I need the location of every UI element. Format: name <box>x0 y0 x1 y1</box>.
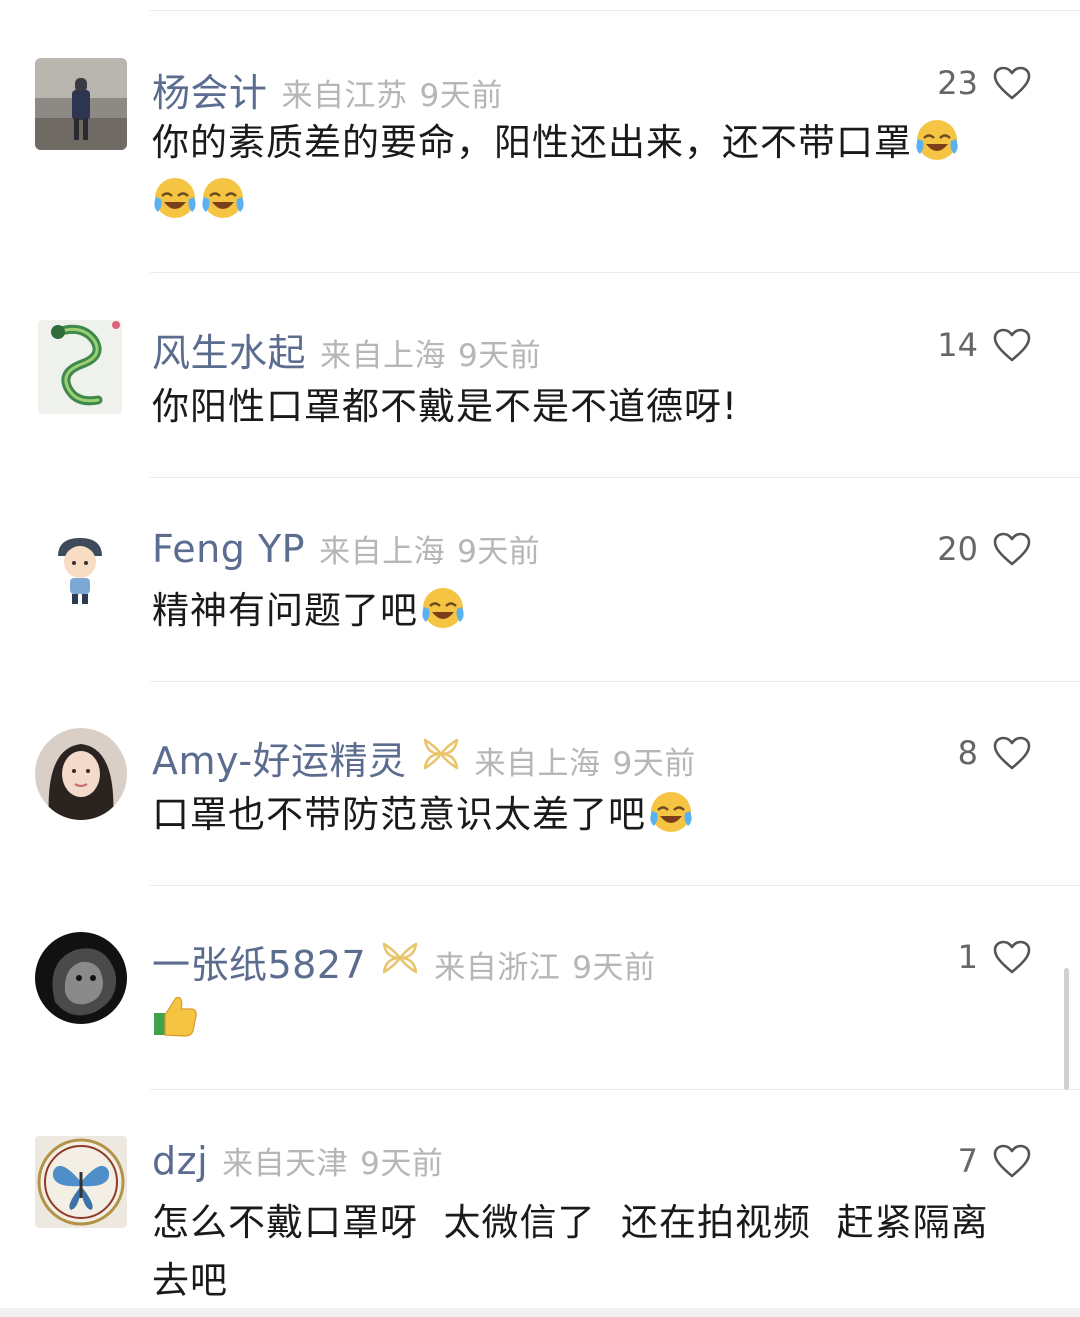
comment-text: 你的素质差的要命，阳性还出来，还不带口罩 <box>152 114 1042 230</box>
time-label: 9天前 <box>458 338 542 374</box>
comment-text-content: 你的素质差的要命，阳性还出来，还不带口罩 <box>152 121 912 164</box>
heart-outline-icon[interactable] <box>992 939 1032 975</box>
username[interactable]: Amy-好运精灵 <box>152 730 407 785</box>
avatar[interactable] <box>44 530 116 614</box>
location-label: 来自江苏 <box>281 78 408 114</box>
like-count: 7 <box>957 1142 978 1180</box>
laughing-crying-emoji <box>202 178 244 218</box>
top-divider <box>150 10 1080 11</box>
bottom-bar <box>0 1308 1080 1317</box>
heart-outline-icon[interactable] <box>992 65 1032 101</box>
thumbs-up-emoji <box>154 996 197 1037</box>
like-area[interactable]: 20 <box>937 530 1032 568</box>
time-label: 9天前 <box>612 746 696 782</box>
like-count: 1 <box>957 938 978 976</box>
avatar[interactable] <box>35 1136 127 1228</box>
like-area[interactable]: 8 <box>958 734 1032 772</box>
avatar[interactable] <box>35 728 127 820</box>
comment-text: 怎么不戴口罩呀 太微信了 还在拍视频 赶紧隔离去吧 <box>152 1201 989 1302</box>
like-area[interactable]: 1 <box>958 938 1032 976</box>
comment-header: 一张纸5827 来自浙江 9天前 <box>152 934 655 987</box>
like-count: 20 <box>937 530 978 568</box>
comment-divider <box>150 477 1080 478</box>
comment-divider <box>150 272 1080 273</box>
vip-bow-icon <box>382 942 418 974</box>
comment-text <box>152 990 1042 1048</box>
comment-divider <box>150 885 1080 886</box>
username[interactable]: Feng YP <box>152 527 305 571</box>
avatar[interactable] <box>35 58 127 150</box>
comment-divider <box>150 1089 1080 1090</box>
comment-text-content: 口罩也不带防范意识太差了吧 <box>152 793 646 836</box>
scrollbar[interactable] <box>1064 968 1069 1090</box>
time-label: 9天前 <box>457 534 541 570</box>
comment-text-content: 精神有问题了吧 <box>152 589 418 632</box>
comment-header: Amy-好运精灵 来自上海 9天前 <box>152 730 696 783</box>
avatar-cartoon-icon <box>44 530 116 614</box>
avatar-photo-icon <box>35 58 127 150</box>
like-area[interactable]: 7 <box>958 1142 1032 1180</box>
location-label: 来自上海 <box>319 534 446 570</box>
heart-outline-icon[interactable] <box>992 1143 1032 1179</box>
location-label: 来自天津 <box>222 1146 349 1182</box>
comment-header: dzj 来自天津 9天前 <box>152 1138 443 1186</box>
heart-outline-icon[interactable] <box>992 327 1032 363</box>
like-count: 14 <box>937 326 978 364</box>
avatar-photo-icon <box>35 728 127 820</box>
comment-divider <box>150 681 1080 682</box>
like-count: 23 <box>937 64 978 102</box>
like-area[interactable]: 14 <box>937 326 1032 364</box>
username[interactable]: 一张纸5827 <box>152 934 366 989</box>
avatar-dragon-icon <box>38 320 122 414</box>
time-label: 9天前 <box>419 78 503 114</box>
avatar[interactable] <box>35 932 127 1024</box>
avatar-photo-icon <box>35 932 127 1024</box>
like-area[interactable]: 23 <box>937 64 1032 102</box>
comment-text: 你阳性口罩都不戴是不是不道德呀! <box>152 385 738 428</box>
heart-outline-icon[interactable] <box>992 531 1032 567</box>
vip-bow-icon <box>423 738 458 770</box>
heart-outline-icon[interactable] <box>992 735 1032 771</box>
location-label: 来自上海 <box>474 746 601 782</box>
comment-header: Feng YP 来自上海 9天前 <box>152 526 540 574</box>
location-label: 来自上海 <box>320 338 447 374</box>
time-label: 9天前 <box>572 950 656 986</box>
avatar[interactable] <box>38 320 122 414</box>
comment-text: 精神有问题了吧 <box>152 582 1042 640</box>
avatar-butterfly-icon <box>35 1136 127 1228</box>
time-label: 9天前 <box>360 1146 444 1182</box>
comment-header: 风生水起 来自上海 9天前 <box>152 322 541 375</box>
like-count: 8 <box>957 734 978 772</box>
laughing-crying-emoji <box>422 588 464 628</box>
laughing-crying-emoji <box>650 792 692 832</box>
laughing-crying-emoji <box>154 178 196 218</box>
laughing-crying-emoji <box>916 120 958 160</box>
comment-text: 口罩也不带防范意识太差了吧 <box>152 786 1042 844</box>
location-label: 来自浙江 <box>434 950 561 986</box>
username[interactable]: 风生水起 <box>152 322 306 377</box>
username[interactable]: dzj <box>152 1139 208 1183</box>
username[interactable]: 杨会计 <box>152 62 268 117</box>
comment-header: 杨会计 来自江苏 9天前 <box>152 62 503 115</box>
